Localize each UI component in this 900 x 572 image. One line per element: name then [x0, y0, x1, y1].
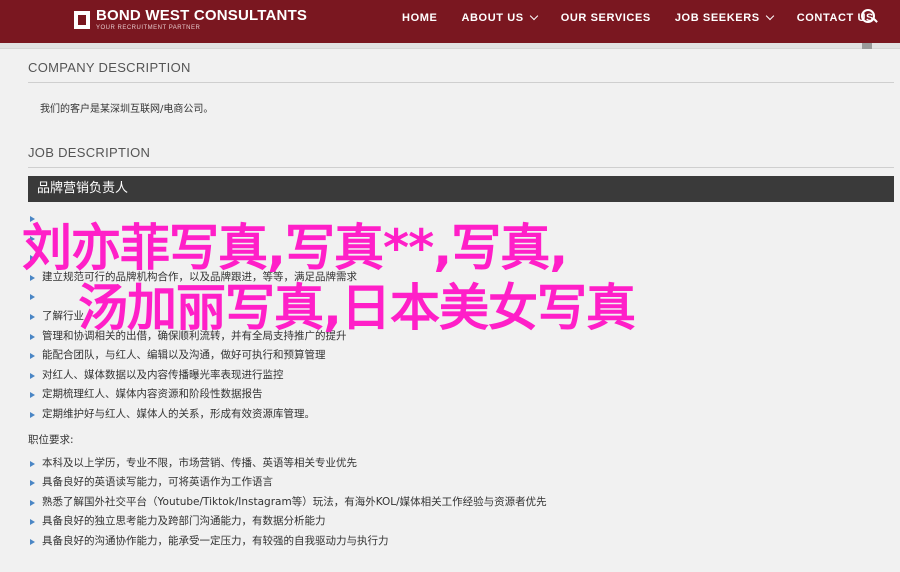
- main-content: COMPANY DESCRIPTION 我们的客户是某深圳互联网/电商公司。 J…: [28, 60, 894, 552]
- search-icon[interactable]: [860, 8, 878, 26]
- nav-job-seekers[interactable]: JOB SEEKERS: [675, 11, 774, 24]
- list-item: 熟悉了解国外社交平台（Youtube/Tiktok/Instagram等）玩法，…: [28, 493, 894, 513]
- divider: [28, 167, 894, 168]
- list-item: 对红人、媒体数据以及内容传播曝光率表现进行监控: [28, 366, 894, 386]
- requirements-list: 本科及以上学历，专业不限，市场营销、传播、英语等相关专业优先 具备良好的英语读写…: [28, 454, 894, 552]
- list-item: [28, 248, 894, 268]
- list-item: 了解行业: [28, 307, 894, 327]
- list-item: 管理和协调相关的出借，确保顺利流转，并有全局支持推广的提升: [28, 327, 894, 347]
- list-item: 定期维护好与红人、媒体人的关系，形成有效资源库管理。: [28, 405, 894, 425]
- chevron-down-icon: [765, 11, 774, 21]
- logo-mark-icon: [74, 10, 90, 29]
- nav-home[interactable]: HOME: [402, 12, 437, 24]
- job-position-title: 品牌营销负责人: [28, 176, 894, 202]
- list-item: 定期梳理红人、媒体内容资源和阶段性数据报告: [28, 385, 894, 405]
- list-item: [28, 209, 894, 229]
- nav-our-services[interactable]: OUR SERVICES: [561, 12, 651, 24]
- divider: [28, 82, 894, 83]
- list-item: [28, 229, 894, 249]
- list-item: 具备良好的英语读写能力，可将英语作为工作语言: [28, 473, 894, 493]
- site-logo[interactable]: BOND WEST CONSULTANTS YOUR RECRUITMENT P…: [74, 8, 307, 31]
- list-item: 建立规范可行的品牌机构合作，以及品牌跟进，等等，满足品牌需求: [28, 268, 894, 288]
- list-item: 本科及以上学历，专业不限，市场营销、传播、英语等相关专业优先: [28, 454, 894, 474]
- requirements-heading: 职位要求:: [28, 433, 74, 446]
- subbar-tab[interactable]: [862, 43, 872, 49]
- nav-about-us[interactable]: ABOUT US: [461, 11, 538, 24]
- logo-title: BOND WEST CONSULTANTS: [96, 7, 308, 24]
- sub-header-strip: [0, 43, 900, 49]
- duties-list: 建立规范可行的品牌机构合作，以及品牌跟进，等等，满足品牌需求 了解行业 管理和协…: [28, 209, 894, 425]
- chevron-down-icon: [529, 11, 538, 21]
- job-description-heading: JOB DESCRIPTION: [28, 145, 151, 160]
- top-navigation-bar: BOND WEST CONSULTANTS YOUR RECRUITMENT P…: [0, 0, 900, 43]
- company-description-heading: COMPANY DESCRIPTION: [28, 60, 191, 75]
- list-item: 具备良好的沟通协作能力，能承受一定压力，有较强的自我驱动力与执行力: [28, 532, 894, 552]
- list-item: [28, 287, 894, 307]
- list-item: 具备良好的独立思考能力及跨部门沟通能力，有数据分析能力: [28, 512, 894, 532]
- company-description-text: 我们的客户是某深圳互联网/电商公司。: [40, 104, 214, 115]
- main-nav: HOME ABOUT US OUR SERVICES JOB SEEKERS C…: [402, 0, 874, 35]
- list-item: 能配合团队，与红人、编辑以及沟通，做好可执行和预算管理: [28, 346, 894, 366]
- logo-subtitle: YOUR RECRUITMENT PARTNER: [96, 25, 201, 31]
